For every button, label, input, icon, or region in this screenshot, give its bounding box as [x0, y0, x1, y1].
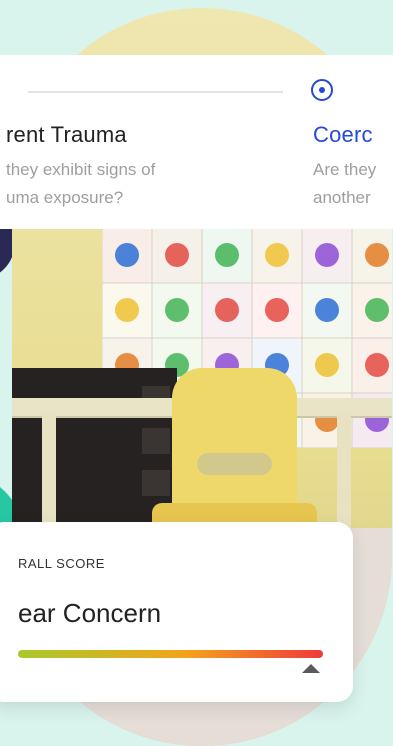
- table-leg: [337, 413, 351, 533]
- triangle-pointer-icon: [301, 664, 320, 673]
- drawer: [142, 428, 170, 454]
- question-title-right[interactable]: Coerc: [313, 122, 373, 148]
- chair-handle: [197, 453, 272, 475]
- drawer: [142, 470, 170, 496]
- overall-score-label: RALL SCORE: [18, 556, 105, 571]
- overall-score-value: ear Concern: [18, 598, 162, 628]
- progress-line: [28, 91, 283, 93]
- chair-back: [172, 368, 297, 513]
- radio-dot: [319, 87, 325, 93]
- question-subtitle-right: Are they another: [313, 160, 377, 207]
- question-title-left: rent Trauma: [6, 122, 127, 147]
- table-leg: [42, 413, 56, 533]
- question-subtitle-left: they exhibit signs of uma exposure?: [6, 160, 156, 207]
- screen: rent Trauma Coerc they exhibit signs of …: [0, 0, 393, 746]
- score-gauge: [18, 650, 323, 658]
- radio-selected-icon[interactable]: [311, 79, 333, 101]
